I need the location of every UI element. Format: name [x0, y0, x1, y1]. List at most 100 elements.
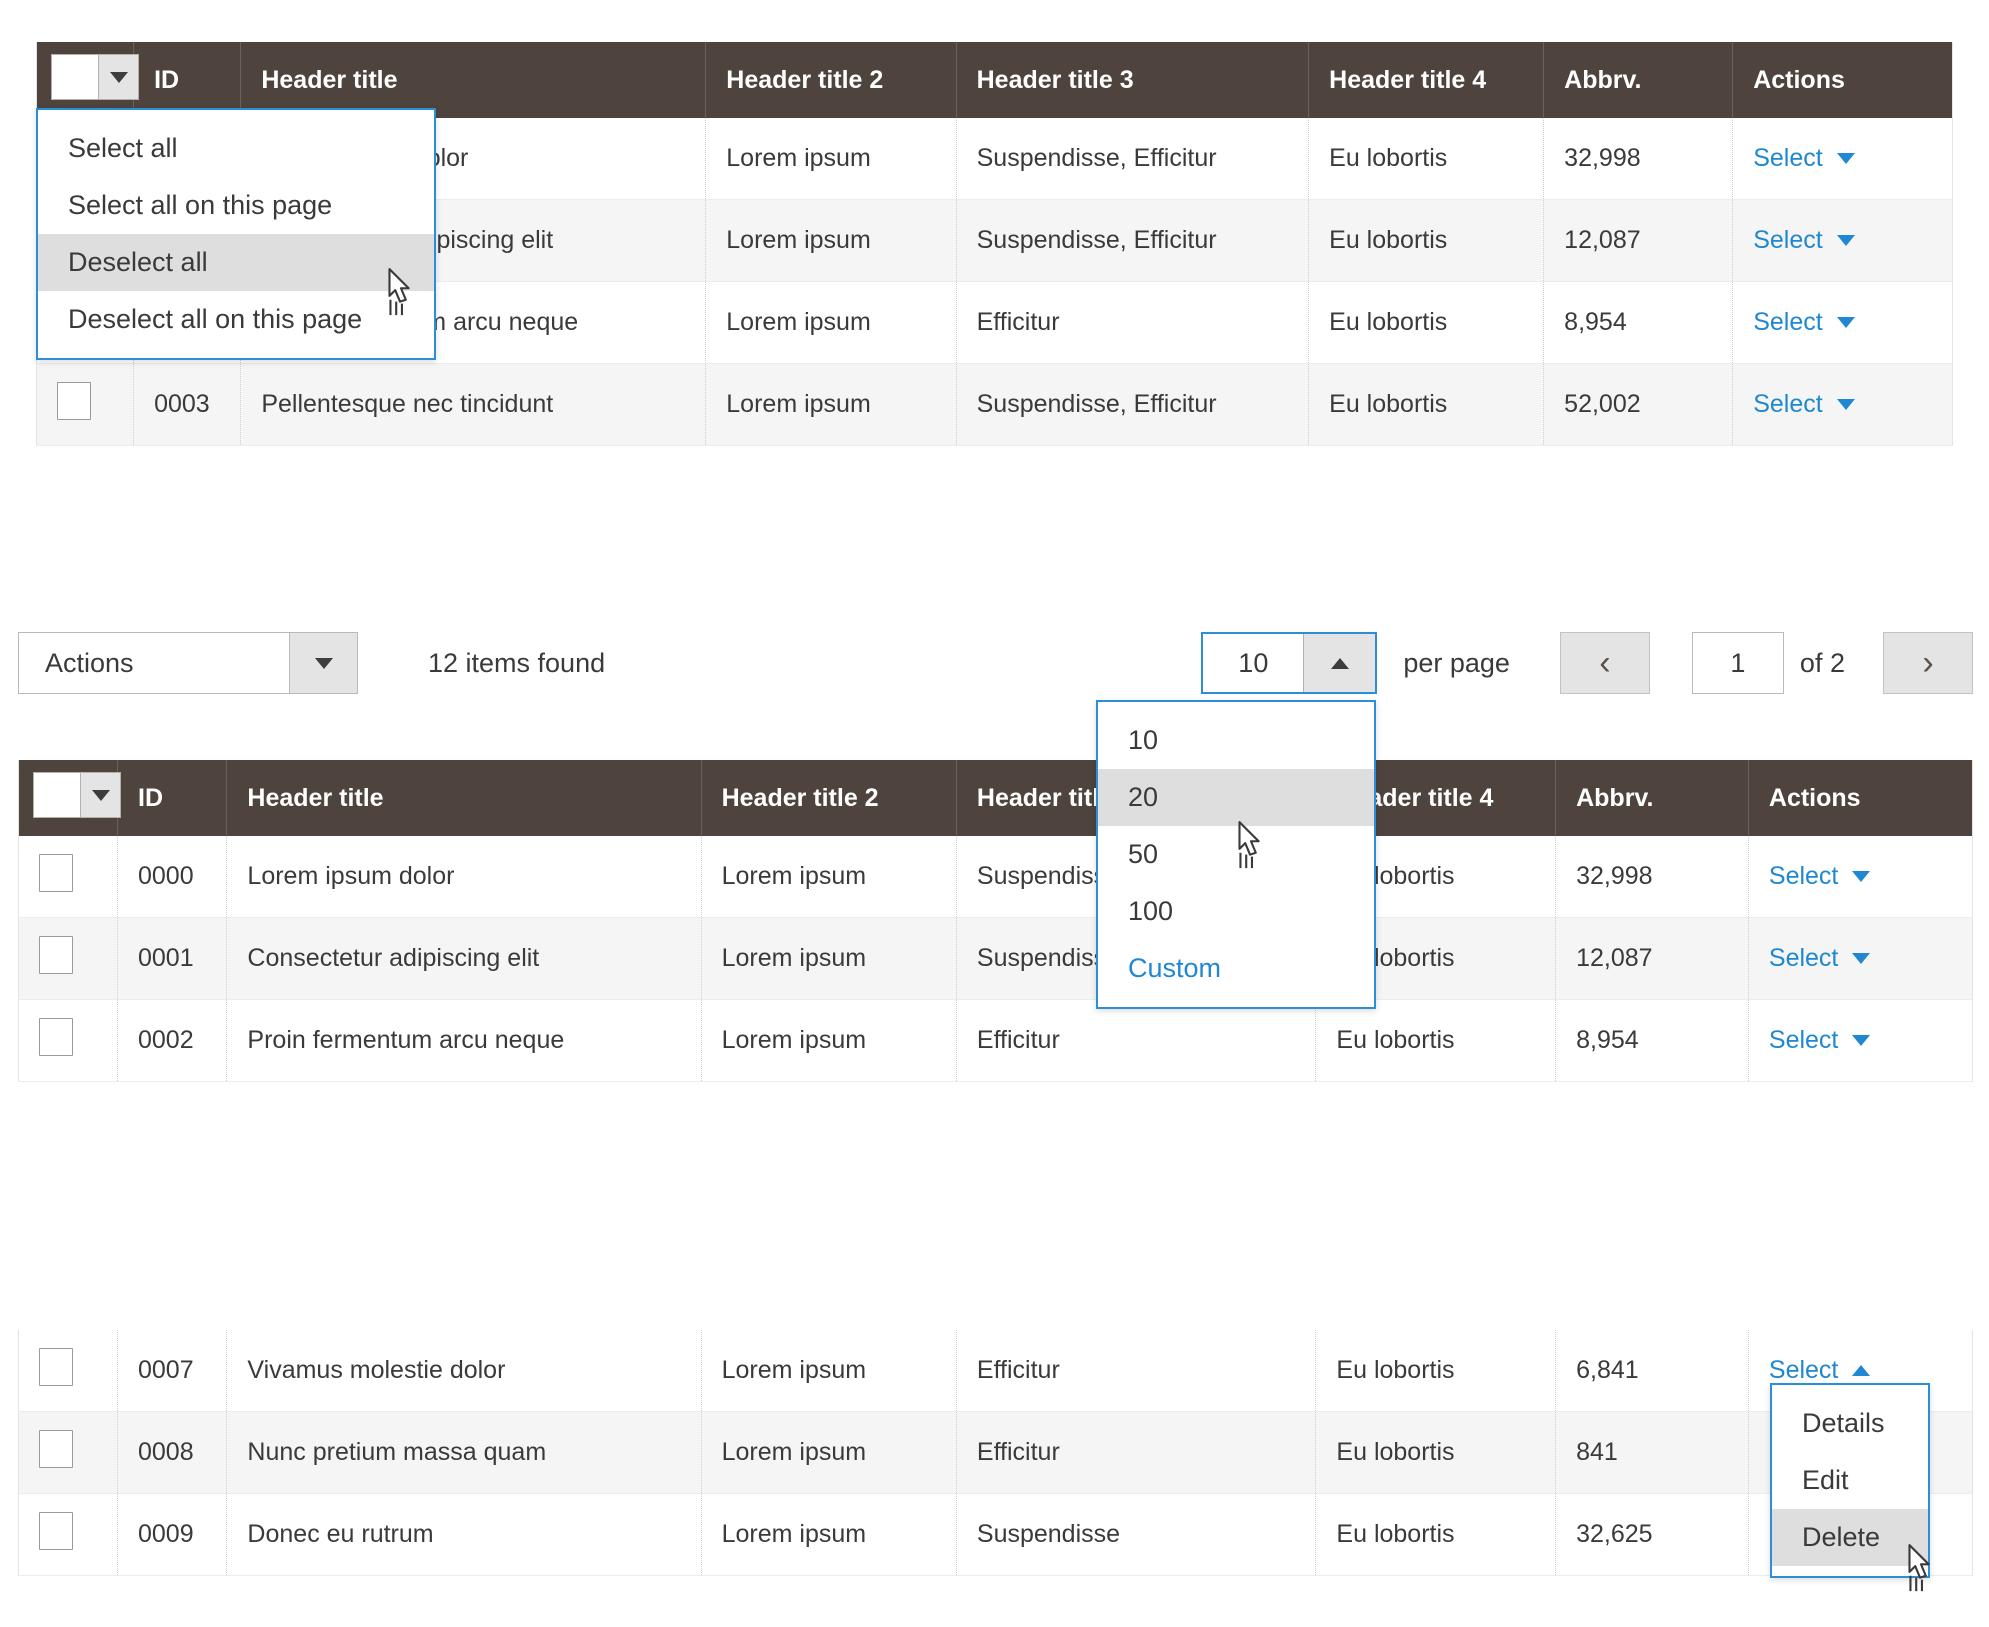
row-checkbox[interactable]	[39, 1512, 73, 1550]
chevron-up-icon[interactable]	[1303, 634, 1376, 692]
row-select-dropdown[interactable]: Select	[1753, 226, 1855, 255]
per-page-label: per page	[1403, 647, 1510, 678]
row-checkbox-cell[interactable]	[18, 836, 118, 918]
per-page-select[interactable]: 10	[1201, 632, 1378, 694]
column-header-actions: Actions	[1748, 760, 1973, 836]
cell-actions[interactable]: Select	[1732, 363, 1953, 446]
cell-header-title-2: Lorem ipsum	[705, 281, 957, 364]
select-all-checkbox[interactable]	[34, 773, 80, 817]
per-page-option-50[interactable]: 50	[1098, 826, 1374, 883]
row-select-dropdown[interactable]: Select	[1769, 1356, 1871, 1385]
column-header-h3[interactable]: Header title 3	[956, 42, 1310, 118]
cell-id: 0001	[117, 917, 228, 1000]
select-all-header-cell[interactable]	[36, 42, 139, 118]
chevron-down-icon[interactable]	[1836, 153, 1855, 164]
page-number-input[interactable]: 1	[1691, 632, 1784, 694]
row-checkbox-cell[interactable]	[18, 1411, 118, 1494]
cell-header-title-3: Efficitur	[956, 999, 1317, 1082]
select-all-checkbox[interactable]	[52, 55, 98, 99]
row-checkbox-cell[interactable]	[18, 999, 118, 1082]
per-page-option-20[interactable]: 20	[1098, 769, 1374, 826]
column-header-h4[interactable]: Header title 4	[1308, 42, 1545, 118]
cell-abbrv: 32,998	[1555, 836, 1749, 918]
row-checkbox[interactable]	[39, 1430, 73, 1468]
cell-header-title-2: Lorem ipsum	[701, 999, 957, 1082]
menu-item-select-all[interactable]: Select all	[38, 120, 434, 177]
select-all-dropdown-toggle[interactable]	[33, 772, 121, 818]
cell-id: 0009	[117, 1493, 228, 1576]
chevron-down-icon[interactable]	[1852, 953, 1871, 964]
chevron-down-icon[interactable]	[80, 773, 120, 817]
column-header-id[interactable]: ID	[133, 42, 242, 118]
row-select-dropdown[interactable]: Select	[1753, 308, 1855, 337]
row-checkbox[interactable]	[39, 854, 73, 892]
chevron-down-icon[interactable]	[289, 633, 357, 693]
row-action-edit[interactable]: Edit	[1772, 1452, 1928, 1509]
chevron-down-icon[interactable]	[1836, 399, 1855, 410]
row-select-dropdown[interactable]: Select	[1753, 390, 1855, 419]
select-all-header-cell[interactable]	[18, 760, 121, 836]
row-select-dropdown[interactable]: Select	[1768, 862, 1871, 891]
row-select-label: Select	[1753, 390, 1823, 418]
cell-header-title: Proin fermentum arcu neque	[226, 999, 702, 1082]
chevron-down-icon[interactable]	[1836, 235, 1855, 246]
chevron-down-icon[interactable]	[98, 55, 138, 99]
row-action-details[interactable]: Details	[1772, 1395, 1928, 1452]
page-of-label: of 2	[1800, 648, 1845, 679]
column-header-abbrv[interactable]: Abbrv.	[1555, 760, 1749, 836]
column-header-h2[interactable]: Header title 2	[701, 760, 957, 836]
cell-actions[interactable]: Select	[1732, 199, 1953, 282]
chevron-up-icon[interactable]	[1852, 1365, 1871, 1376]
per-page-menu[interactable]: 10 20 50 100 Custom	[1096, 700, 1376, 1009]
previous-page-button[interactable]: ‹	[1559, 632, 1650, 694]
select-all-menu[interactable]: Select all Select all on this page Deselec…	[36, 108, 436, 360]
cell-header-title-3: Suspendisse, Efficitur	[956, 363, 1310, 446]
row-checkbox[interactable]	[39, 1348, 73, 1386]
row-checkbox[interactable]	[57, 382, 91, 420]
cell-actions[interactable]: Select	[1748, 836, 1973, 918]
page-total: 2	[1829, 647, 1845, 678]
cell-header-title-2: Lorem ipsum	[701, 1493, 957, 1576]
cell-actions[interactable]: Select	[1748, 999, 1973, 1082]
chevron-down-icon[interactable]	[1852, 1035, 1871, 1046]
column-header-h2[interactable]: Header title 2	[705, 42, 957, 118]
per-page-option-10[interactable]: 10	[1098, 712, 1374, 769]
column-header-h1[interactable]: Header title	[240, 42, 707, 118]
cell-actions[interactable]: Select	[1748, 917, 1973, 1000]
per-page-option-custom[interactable]: Custom	[1098, 940, 1374, 997]
cell-actions[interactable]: Select	[1732, 281, 1953, 364]
row-checkbox-cell[interactable]	[18, 1493, 118, 1576]
row-select-label: Select	[1768, 862, 1839, 890]
row-action-delete[interactable]: Delete	[1772, 1509, 1928, 1566]
next-page-button[interactable]: ›	[1883, 632, 1973, 694]
row-actions-menu[interactable]: Details Edit Delete	[1770, 1383, 1930, 1578]
row-checkbox[interactable]	[39, 936, 73, 974]
actions-select[interactable]: Actions	[18, 632, 358, 694]
select-all-dropdown-toggle[interactable]	[51, 54, 139, 100]
row-select-dropdown[interactable]: Select	[1769, 944, 1871, 973]
cell-header-title: Donec eu rutrum	[226, 1493, 702, 1576]
middle-data-table: ID Header title Header title 2 Header ti…	[18, 760, 1973, 1082]
chevron-down-icon[interactable]	[1852, 871, 1871, 882]
menu-item-deselect-all[interactable]: Deselect all	[38, 234, 434, 291]
row-checkbox[interactable]	[39, 1018, 73, 1056]
column-header-actions: Actions	[1732, 42, 1953, 118]
cell-actions[interactable]: Select	[1732, 118, 1953, 200]
row-select-dropdown[interactable]: Select	[1753, 144, 1855, 173]
row-checkbox-cell[interactable]	[18, 917, 118, 1000]
column-header-id[interactable]: ID	[117, 760, 228, 836]
chevron-down-icon[interactable]	[1836, 317, 1855, 328]
menu-item-select-all-on-this-page[interactable]: Select all on this page	[38, 177, 434, 234]
cell-header-title-2: Lorem ipsum	[701, 836, 957, 918]
cell-id: 0008	[117, 1411, 228, 1494]
column-header-abbrv[interactable]: Abbrv.	[1543, 42, 1734, 118]
menu-item-deselect-all-on-this-page[interactable]: Deselect all on this page	[38, 291, 434, 348]
per-page-option-100[interactable]: 100	[1098, 883, 1374, 940]
row-select-label: Select	[1768, 1026, 1839, 1054]
row-checkbox-cell[interactable]	[18, 1330, 118, 1412]
column-header-h1[interactable]: Header title	[226, 760, 702, 836]
row-select-dropdown[interactable]: Select	[1768, 1026, 1871, 1055]
cell-header-title-4: Eu lobortis	[1308, 363, 1545, 446]
table-header-row: ID Header title Header title 2 Header ti…	[18, 760, 1973, 836]
row-checkbox-cell[interactable]	[36, 363, 135, 446]
